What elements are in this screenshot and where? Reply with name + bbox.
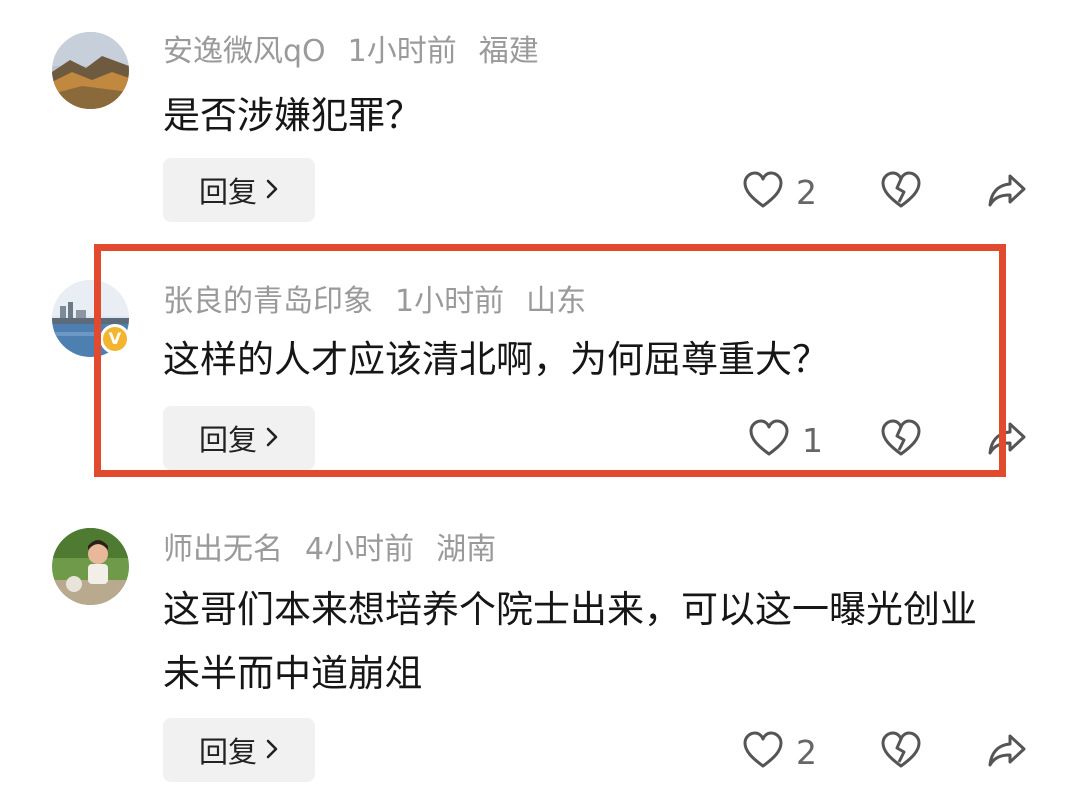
location: 福建	[478, 34, 539, 69]
share-button[interactable]	[986, 170, 1028, 214]
timestamp: 1小时前	[347, 34, 457, 69]
comment-item: 安逸微风qO 1小时前 福建 是否涉嫌犯罪？ 回复 2	[0, 0, 1080, 240]
like-button[interactable]: 2	[742, 730, 817, 774]
like-count: 2	[796, 732, 817, 772]
username[interactable]: 安逸微风qO	[163, 34, 326, 69]
like-button[interactable]: 2	[742, 170, 817, 214]
comment-meta: 安逸微风qO 1小时前 福建	[163, 32, 561, 72]
dislike-button[interactable]	[880, 730, 922, 774]
like-count: 2	[796, 172, 817, 212]
location: 湖南	[436, 532, 497, 567]
share-arrow-icon	[986, 170, 1028, 214]
chevron-right-icon	[265, 733, 279, 767]
chevron-right-icon	[265, 173, 279, 207]
username[interactable]: 师出无名	[163, 532, 283, 567]
highlight-box	[94, 244, 1006, 477]
heart-outline-icon	[742, 170, 784, 214]
broken-heart-icon	[880, 730, 922, 774]
avatar[interactable]	[52, 32, 129, 109]
timestamp: 4小时前	[305, 532, 415, 567]
comment-text: 这哥们本来想培养个院士出来，可以这一曝光创业未半而中道崩俎	[163, 588, 977, 695]
reply-label: 回复	[198, 175, 257, 209]
heart-outline-icon	[742, 730, 784, 774]
reply-button[interactable]: 回复	[163, 718, 315, 782]
reply-label: 回复	[198, 735, 257, 769]
share-arrow-icon	[986, 730, 1028, 774]
comment-meta: 师出无名 4小时前 湖南	[163, 530, 518, 570]
avatar[interactable]	[52, 528, 129, 605]
broken-heart-icon	[880, 170, 922, 214]
reply-button[interactable]: 回复	[163, 158, 315, 222]
share-button[interactable]	[986, 730, 1028, 774]
comment-item: 师出无名 4小时前 湖南 这哥们本来想培养个院士出来，可以这一曝光创业未半而中道崩俎…	[0, 500, 1080, 794]
comment-text: 是否涉嫌犯罪？	[163, 94, 422, 137]
dislike-button[interactable]	[880, 170, 922, 214]
